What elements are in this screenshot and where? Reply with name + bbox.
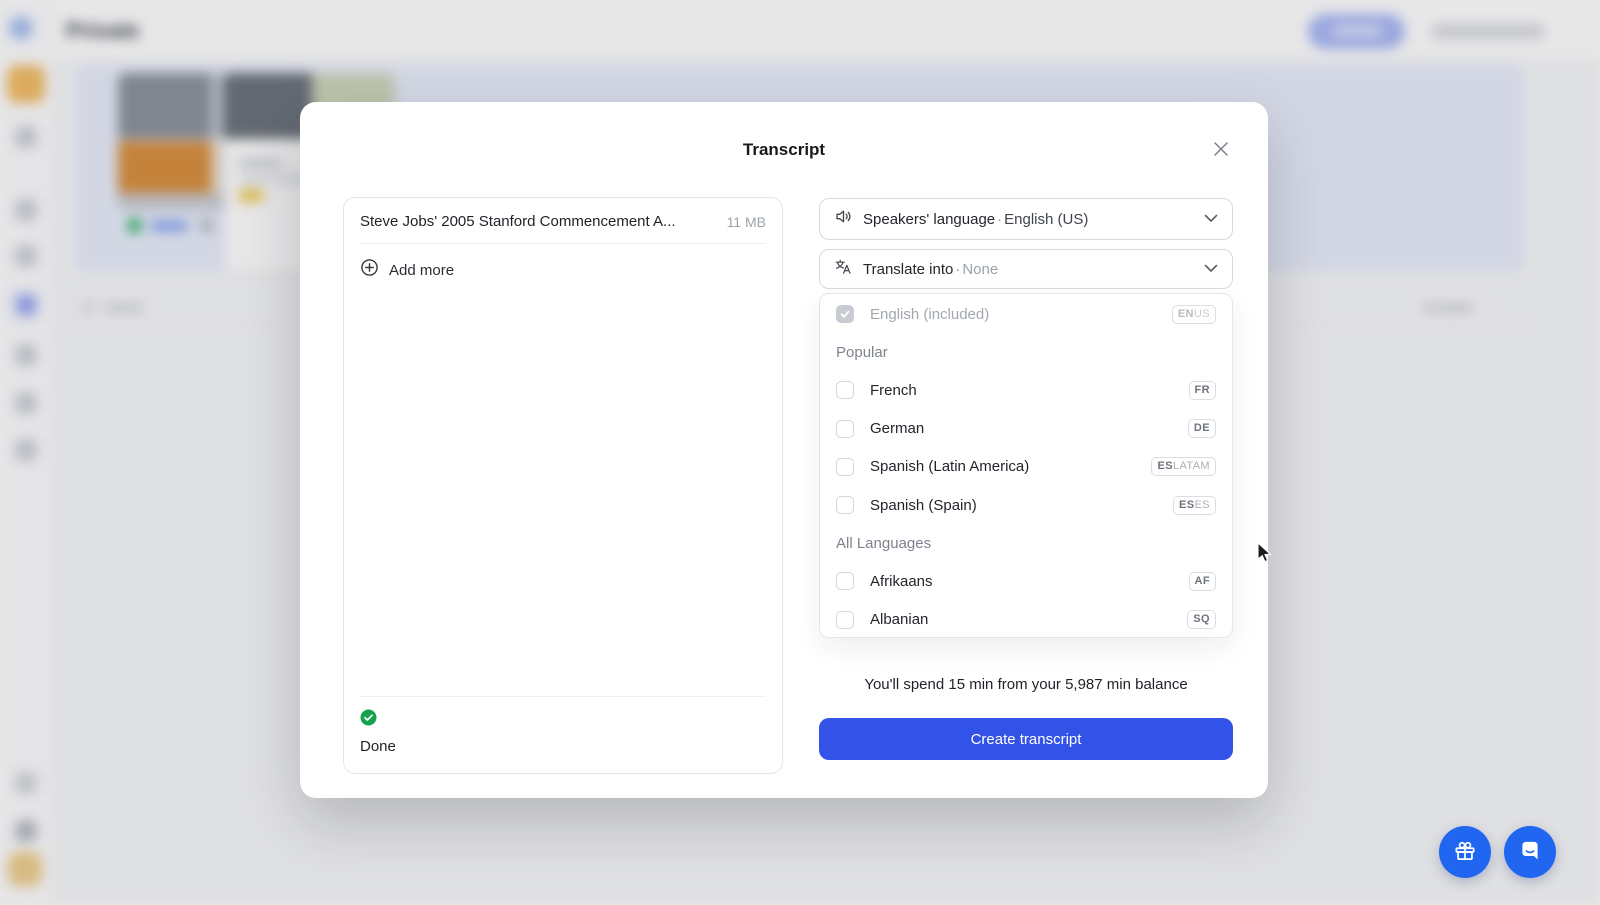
gift-icon — [1452, 837, 1478, 868]
chat-button[interactable] — [1504, 826, 1556, 878]
create-transcript-button[interactable]: Create transcript — [819, 718, 1233, 760]
balance-text: You'll spend 15 min from your 5,987 min … — [819, 676, 1233, 693]
language-label: French — [870, 382, 1173, 399]
file-row[interactable]: Steve Jobs' 2005 Stanford Commencement A… — [344, 198, 782, 243]
speaker-icon — [834, 207, 853, 231]
section-header-popular: Popular — [836, 333, 1216, 371]
language-row-albanian[interactable]: Albanian SQ — [836, 601, 1216, 639]
upload-status: Done — [344, 697, 782, 773]
checkbox[interactable] — [836, 458, 854, 476]
language-badge: ESLATAM — [1151, 457, 1216, 476]
checkbox[interactable] — [836, 381, 854, 399]
checkbox[interactable] — [836, 611, 854, 629]
speakers-language-text: Speakers' language·English (US) — [863, 211, 1194, 228]
language-row-afrikaans[interactable]: Afrikaans AF — [836, 562, 1216, 600]
language-badge: ESES — [1173, 496, 1216, 515]
language-badge: DE — [1188, 419, 1216, 438]
translate-into-text: Translate into·None — [863, 261, 1194, 278]
language-badge: SQ — [1187, 610, 1216, 629]
checkbox-checked-disabled — [836, 305, 854, 323]
language-label: Spanish (Latin America) — [870, 458, 1135, 475]
file-list-card: Steve Jobs' 2005 Stanford Commencement A… — [343, 197, 783, 774]
language-badge: ENUS — [1172, 305, 1216, 324]
language-row-french[interactable]: French FR — [836, 371, 1216, 409]
language-row-english-included: English (included) ENUS — [836, 295, 1216, 333]
translate-into-select[interactable]: Translate into·None — [819, 249, 1233, 289]
check-circle-icon — [360, 713, 377, 730]
translate-icon — [834, 257, 853, 281]
checkbox[interactable] — [836, 572, 854, 590]
language-row-german[interactable]: German DE — [836, 410, 1216, 448]
language-dropdown-panel: English (included) ENUS Popular French F… — [819, 293, 1233, 638]
speakers-language-select[interactable]: Speakers' language·English (US) — [819, 198, 1233, 240]
spacer — [344, 296, 782, 696]
modal-title: Transcript — [300, 140, 1268, 160]
status-label: Done — [360, 738, 766, 755]
add-more-button[interactable]: Add more — [344, 244, 782, 296]
language-label: German — [870, 420, 1172, 437]
screen: Private — [0, 0, 1600, 905]
language-label: Afrikaans — [870, 573, 1173, 590]
language-label: English (included) — [870, 306, 1156, 323]
file-name: Steve Jobs' 2005 Stanford Commencement A… — [360, 213, 719, 230]
chevron-down-icon — [1204, 260, 1218, 278]
chevron-down-icon — [1204, 210, 1218, 228]
language-badge: AF — [1189, 572, 1216, 591]
checkbox[interactable] — [836, 420, 854, 438]
language-row-spanish-spain[interactable]: Spanish (Spain) ESES — [836, 486, 1216, 524]
transcript-modal: Transcript Steve Jobs' 2005 Stanford Com… — [300, 102, 1268, 798]
checkbox[interactable] — [836, 496, 854, 514]
language-row-spanish-latam[interactable]: Spanish (Latin America) ESLATAM — [836, 448, 1216, 486]
language-badge: FR — [1189, 381, 1216, 400]
plus-circle-icon — [360, 258, 379, 282]
gift-button[interactable] — [1439, 826, 1491, 878]
add-more-label: Add more — [389, 262, 454, 279]
language-label: Spanish (Spain) — [870, 497, 1157, 514]
close-icon[interactable] — [1210, 138, 1232, 160]
file-size: 11 MB — [727, 214, 766, 230]
language-label: Albanian — [870, 611, 1171, 628]
chat-bubble-icon — [1517, 837, 1543, 868]
section-header-all-languages: All Languages — [836, 524, 1216, 562]
